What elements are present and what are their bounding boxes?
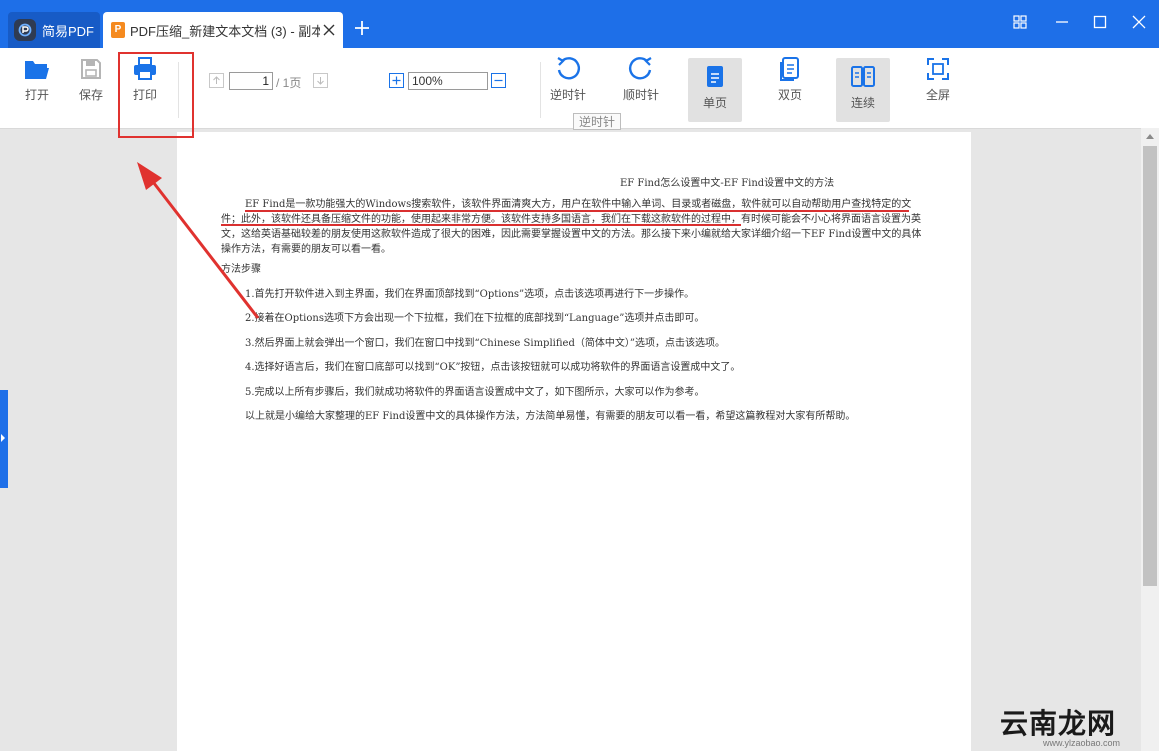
close-tab-icon[interactable] — [322, 23, 336, 37]
rotate-cw-label: 顺时针 — [622, 88, 659, 102]
save-disk-icon — [81, 59, 101, 79]
double-page-label: 双页 — [777, 88, 802, 102]
page-total-label: / 1页 — [276, 76, 302, 90]
expand-sidebar-icon[interactable] — [1, 434, 5, 442]
fullscreen-label: 全屏 — [925, 88, 950, 102]
minimize-icon[interactable] — [1054, 14, 1070, 30]
single-page-button[interactable]: 单页 — [688, 58, 742, 122]
app-tab[interactable]: 简易PDF — [8, 12, 100, 48]
single-page-icon — [707, 66, 723, 87]
annotation-underline — [245, 210, 909, 212]
new-tab-icon[interactable] — [355, 21, 369, 35]
double-page-button[interactable]: 双页 — [770, 56, 810, 103]
scroll-up-icon[interactable] — [1146, 134, 1154, 139]
fullscreen-icon — [927, 58, 949, 80]
document-tab[interactable]: P PDF压缩_新建文本文档 (3) - 副本.p — [103, 12, 343, 48]
print-highlight-box — [118, 52, 194, 138]
document-intro: EF Find是一款功能强大的Windows搜索软件，该软件界面清爽大方，用户在… — [221, 199, 922, 255]
save-button[interactable]: 保存 — [76, 56, 106, 103]
document-title: EF Find怎么设置中文-EF Find设置中文的方法 — [620, 178, 835, 189]
step-text: 2.接着在Options选项下方会出现一个下拉框，我们在下拉框的底部找到“Lan… — [245, 313, 705, 324]
watermark-logo: 云南龙网 — [1000, 708, 1117, 739]
document-tab-label: PDF压缩_新建文本文档 (3) - 副本.p — [130, 23, 320, 39]
double-page-icon — [780, 57, 799, 81]
toolbar-divider — [540, 62, 541, 118]
open-button[interactable]: 打开 — [22, 56, 52, 103]
layout-grid-icon[interactable] — [1012, 14, 1028, 30]
rotate-tooltip: 逆时针 — [573, 113, 621, 130]
zoom-input[interactable]: 100% — [408, 72, 488, 90]
title-bar: 简易PDF P PDF压缩_新建文本文档 (3) - 副本.p — [0, 0, 1159, 48]
scrollbar-thumb[interactable] — [1143, 146, 1157, 586]
next-page-button[interactable] — [313, 73, 328, 88]
arrow-down-icon — [317, 77, 324, 85]
zoom-in-button[interactable] — [389, 73, 404, 88]
arrow-up-icon — [213, 76, 220, 84]
rotate-ccw-icon — [557, 57, 581, 80]
save-label: 保存 — [78, 88, 103, 102]
page-number-input[interactable]: 1 — [229, 72, 273, 90]
zoom-out-button[interactable] — [491, 73, 506, 88]
maximize-icon[interactable] — [1092, 14, 1108, 30]
close-window-icon[interactable] — [1131, 14, 1147, 30]
rotate-ccw-label: 逆时针 — [549, 88, 586, 102]
rotate-counterclockwise-button[interactable]: 逆时针 — [548, 56, 588, 103]
section-heading: 方法步骤 — [221, 264, 261, 275]
vertical-scrollbar[interactable] — [1141, 128, 1159, 751]
step-text: 4.选择好语言后，我们在窗口底部可以找到“OK”按钮，点击该按钮就可以成功将软件… — [245, 362, 741, 373]
step-text: 5.完成以上所有步骤后，我们就成功将软件的界面语言设置成中文了，如下图所示，大家… — [245, 387, 705, 398]
pdf-file-icon: P — [111, 22, 125, 38]
step-text: 3.然后界面上就会弹出一个窗口，我们在窗口中找到“Chinese Simplif… — [245, 338, 725, 349]
app-logo-icon — [14, 19, 36, 41]
rotate-clockwise-button[interactable]: 顺时针 — [621, 56, 661, 103]
fullscreen-button[interactable]: 全屏 — [918, 56, 958, 103]
rotate-cw-icon — [628, 57, 652, 80]
app-name: 简易PDF — [42, 23, 95, 39]
closing-text: 以上就是小编给大家整理的EF Find设置中文的具体操作方法，方法简单易懂，有需… — [245, 411, 856, 422]
step-text: 1.首先打开软件进入到主界面，我们在界面顶部找到“Options”选项，点击该选… — [245, 289, 695, 300]
open-label: 打开 — [24, 88, 49, 102]
folder-open-icon — [25, 61, 49, 79]
single-page-label: 单页 — [702, 96, 727, 110]
continuous-label: 连续 — [850, 96, 875, 110]
pdf-page: EF Find怎么设置中文-EF Find设置中文的方法 EF Find是一款功… — [177, 132, 971, 751]
continuous-button[interactable]: 连续 — [836, 58, 890, 122]
continuous-icon — [851, 66, 875, 87]
annotation-underline — [221, 224, 741, 226]
prev-page-button[interactable] — [209, 73, 224, 88]
watermark-url: www.ylzaobao.com — [1043, 738, 1121, 748]
plus-icon — [392, 76, 401, 85]
minus-icon — [494, 79, 503, 82]
